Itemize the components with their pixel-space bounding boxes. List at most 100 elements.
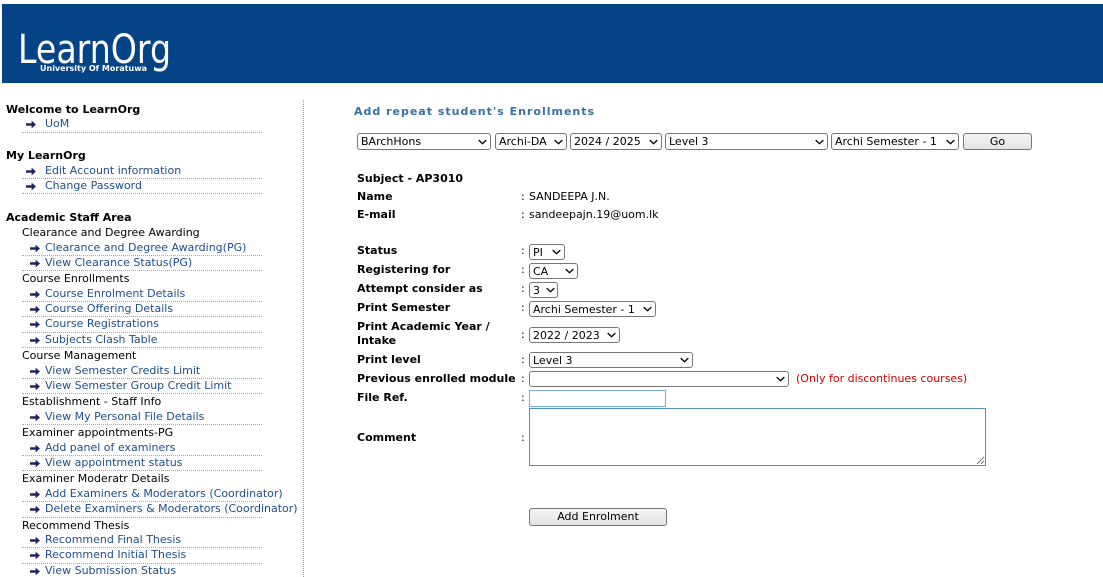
sidebar-link-clearance-and-degree-awarding-pg[interactable]: Clearance and Degree Awarding(PG) bbox=[22, 241, 262, 256]
level-select[interactable]: Level 3 bbox=[665, 133, 828, 150]
sidebar-link-edit-account-information[interactable]: Edit Account information bbox=[22, 164, 262, 179]
arrow-right-icon bbox=[30, 244, 40, 252]
attempt-label: Attempt consider as bbox=[357, 282, 483, 295]
registering-for-label: Registering for bbox=[357, 263, 451, 276]
previous-module-select[interactable] bbox=[529, 371, 789, 387]
sidebar-link-label: View appointment status bbox=[45, 455, 183, 469]
degree-select[interactable]: BArchHons bbox=[357, 133, 491, 150]
sidebar-link-label: Delete Examiners & Moderators (Coordinat… bbox=[45, 502, 298, 516]
course-select[interactable]: Archi-DA bbox=[495, 133, 567, 150]
print-level-select-wrapper: Level 3 bbox=[529, 352, 693, 368]
sidebar-link-add-examiners-moderators[interactable]: Add Examiners & Moderators (Coordinator) bbox=[22, 487, 283, 503]
logo-subtitle: University Of Moratuwa bbox=[40, 64, 148, 73]
sidebar-link-label: Edit Account information bbox=[45, 163, 182, 177]
subject-heading: Subject - AP3010 bbox=[357, 172, 464, 185]
arrow-right-icon bbox=[30, 459, 40, 468]
level-select-wrapper: Level 3 bbox=[665, 133, 828, 150]
sidebar-link-view-semester-group-credit-limit[interactable]: View Semester Group Credit Limit bbox=[22, 379, 262, 395]
sidebar-link-subjects-clash-table[interactable]: Subjects Clash Table bbox=[22, 332, 262, 349]
registering-for-select[interactable]: CA bbox=[529, 263, 578, 279]
print-semester-label: Print Semester bbox=[357, 301, 451, 314]
sidebar-link-recommend-initial-thesis[interactable]: Recommend Initial Thesis bbox=[22, 548, 262, 564]
previous-module-label: Previous enrolled module bbox=[357, 372, 516, 385]
page-title: Add repeat student's Enrollments bbox=[354, 105, 596, 118]
print-semester-select-wrapper: Archi Semester - 1 bbox=[529, 301, 656, 317]
semester-select[interactable]: Archi Semester - 1 bbox=[831, 133, 959, 150]
sidebar-link-course-offering-details[interactable]: Course Offering Details bbox=[22, 302, 262, 318]
sidebar-link-label: Change Password bbox=[45, 178, 142, 192]
arrow-right-icon bbox=[30, 382, 40, 391]
sidebar-link-delete-examiners-moderators[interactable]: Delete Examiners & Moderators (Coordinat… bbox=[22, 502, 298, 518]
file-ref-input[interactable] bbox=[529, 390, 666, 407]
sidebar-group-recommend-thesis: Recommend Thesis bbox=[22, 518, 130, 532]
course-select-wrapper: Archi-DA bbox=[495, 133, 567, 150]
sidebar-link-course-registrations[interactable]: Course Registrations bbox=[22, 317, 262, 333]
print-semester-separator: : bbox=[521, 301, 525, 314]
academic-year-select[interactable]: 2024 / 2025 bbox=[570, 133, 662, 150]
arrow-right-icon bbox=[26, 182, 36, 191]
sidebar-section-title: Welcome to LearnOrg bbox=[6, 103, 141, 116]
arrow-right-icon bbox=[26, 120, 36, 129]
sidebar-link-view-semester-credits-limit[interactable]: View Semester Credits Limit bbox=[22, 363, 262, 380]
status-select[interactable]: PI bbox=[529, 244, 565, 260]
name-label: Name bbox=[357, 190, 393, 203]
sidebar-link-recommend-final-thesis[interactable]: Recommend Final Thesis bbox=[22, 533, 262, 549]
arrow-right-icon bbox=[30, 567, 40, 576]
sidebar-link-label: View Semester Group Credit Limit bbox=[45, 379, 232, 393]
sidebar-link-add-panel-of-examiners[interactable]: Add panel of examiners bbox=[22, 441, 262, 456]
go-button[interactable]: Go bbox=[963, 133, 1032, 150]
print-academic-year-select[interactable]: 2022 / 2023 bbox=[529, 327, 620, 343]
arrow-right-icon bbox=[30, 490, 40, 499]
print-level-select[interactable]: Level 3 bbox=[529, 352, 693, 368]
previous-module-select-wrapper bbox=[529, 371, 789, 387]
attempt-select[interactable]: 3 bbox=[529, 282, 558, 298]
sidebar-link-label: View Clearance Status(PG) bbox=[45, 255, 193, 269]
status-select-wrapper: PI bbox=[529, 244, 565, 260]
comment-textarea[interactable] bbox=[529, 408, 986, 466]
add-enrolment-button[interactable]: Add Enrolment bbox=[529, 508, 667, 526]
sidebar-divider bbox=[303, 100, 304, 577]
registering-for-separator: : bbox=[521, 263, 525, 276]
attempt-separator: : bbox=[521, 282, 525, 295]
previous-module-separator: : bbox=[521, 372, 525, 385]
sidebar-link-label: Course Enrolment Details bbox=[45, 286, 186, 300]
arrow-right-icon bbox=[30, 367, 40, 376]
comment-separator: : bbox=[521, 431, 525, 444]
sidebar-link-view-clearance-status-pg[interactable]: View Clearance Status(PG) bbox=[22, 255, 262, 272]
print-academic-year-label: Print Academic Year / Intake bbox=[357, 320, 490, 347]
arrow-right-icon bbox=[30, 444, 40, 452]
previous-module-note: (Only for discontinues courses) bbox=[796, 372, 968, 385]
sidebar-link-label: View Semester Credits Limit bbox=[45, 363, 201, 377]
sidebar-link-label: Course Registrations bbox=[45, 317, 159, 331]
arrow-right-icon bbox=[30, 305, 40, 314]
sidebar-link-view-submission-status[interactable]: View Submission Status bbox=[22, 564, 262, 577]
sidebar-link-view-my-personal-file-details[interactable]: View My Personal File Details bbox=[22, 410, 262, 426]
email-label: E-mail bbox=[357, 208, 396, 221]
sidebar-link-label: Course Offering Details bbox=[45, 302, 174, 316]
sidebar-link-label: Subjects Clash Table bbox=[45, 332, 158, 346]
sidebar-link-course-enrolment-details[interactable]: Course Enrolment Details bbox=[22, 286, 262, 303]
sidebar-link-view-appointment-status[interactable]: View appointment status bbox=[22, 455, 262, 472]
sidebar-section-welcome: Welcome to LearnOrg UoM bbox=[0, 102, 300, 133]
comment-label: Comment bbox=[357, 431, 417, 444]
sidebar-link-uom[interactable]: UoM bbox=[22, 117, 262, 133]
sidebar-link-label: View Submission Status bbox=[45, 563, 177, 577]
sidebar-link-label: Add Examiners & Moderators (Coordinator) bbox=[45, 486, 283, 500]
sidebar-section-academic-staff-area: Academic Staff Area Clearance and Degree… bbox=[0, 210, 300, 577]
sidebar-group-establishment-staff-info: Establishment - Staff Info bbox=[22, 395, 162, 409]
semester-select-wrapper: Archi Semester - 1 bbox=[831, 133, 959, 150]
email-value: sandeepajn.19@uom.lk bbox=[529, 208, 659, 221]
sidebar-section-my-learnorg: My LearnOrg Edit Account information Cha… bbox=[0, 148, 300, 195]
sidebar-group-clearance-and-degree-awarding: Clearance and Degree Awarding bbox=[22, 226, 200, 240]
name-separator: : bbox=[521, 190, 525, 203]
sidebar-link-change-password[interactable]: Change Password bbox=[22, 178, 262, 195]
sidebar-group-examiner-moderator-details: Examiner Moderatr Details bbox=[22, 472, 170, 486]
status-label: Status bbox=[357, 244, 398, 257]
sidebar-link-label: Recommend Initial Thesis bbox=[45, 548, 187, 562]
arrow-right-icon bbox=[26, 167, 36, 175]
sidebar-link-label: Add panel of examiners bbox=[45, 440, 176, 454]
print-level-label: Print level bbox=[357, 353, 421, 366]
page-header: LearnOrg University Of Moratuwa bbox=[2, 4, 1103, 83]
print-semester-select[interactable]: Archi Semester - 1 bbox=[529, 301, 656, 317]
sidebar-group-course-management: Course Management bbox=[22, 349, 137, 363]
